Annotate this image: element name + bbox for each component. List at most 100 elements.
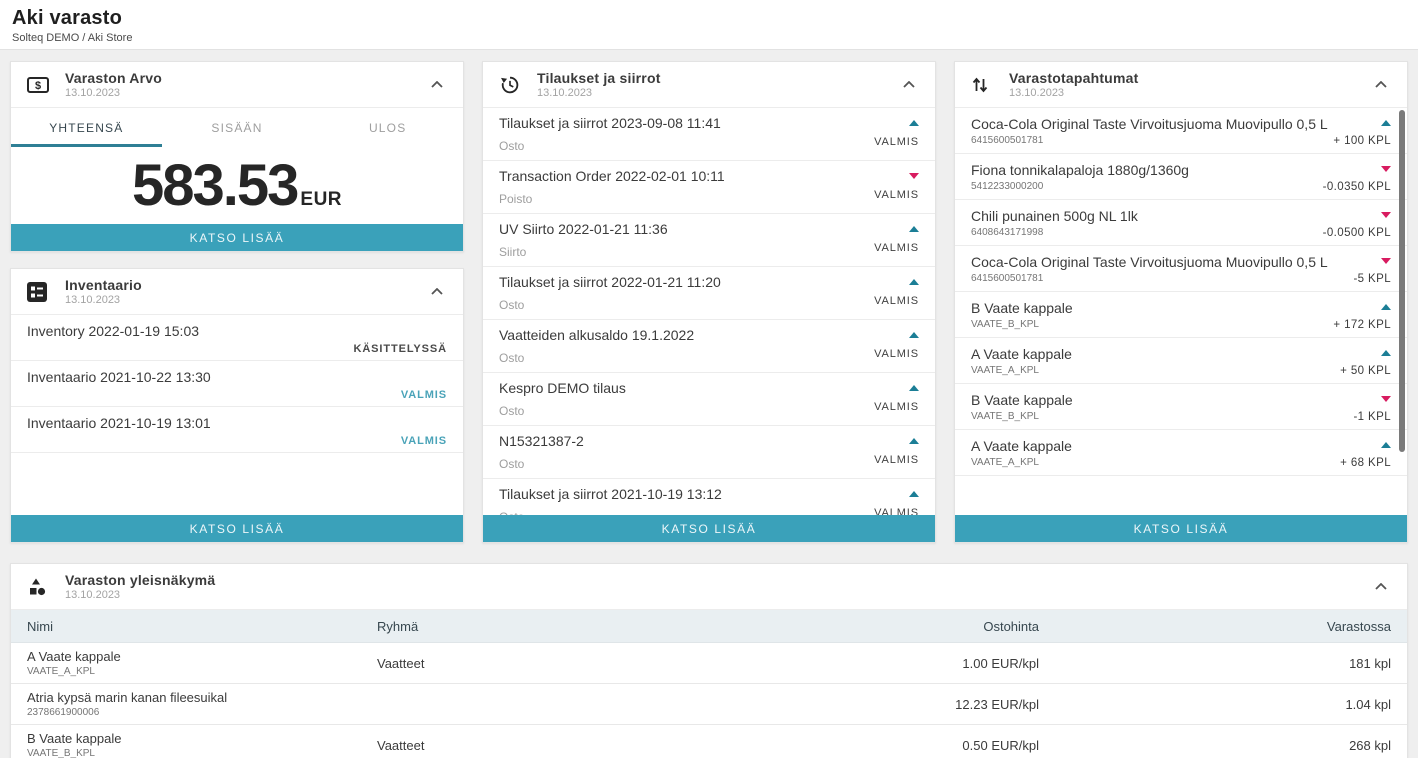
event-item-code: 5412233000200 — [971, 181, 1189, 192]
event-item-left: Coca-Cola Original Taste Virvoitusjuoma … — [971, 254, 1328, 285]
event-item-left: A Vaate kappale VAATE_A_KPL — [971, 346, 1072, 377]
banknote-icon: $ — [27, 77, 53, 93]
event-list-item[interactable]: Coca-Cola Original Taste Virvoitusjuoma … — [955, 246, 1407, 292]
event-list-item[interactable]: A Vaate kappale VAATE_A_KPL + 68 KPL — [955, 430, 1407, 476]
event-list-item[interactable]: A Vaate kappale VAATE_A_KPL + 50 KPL — [955, 338, 1407, 384]
tab-yhteensa[interactable]: YHTEENSÄ — [11, 108, 162, 147]
see-more-button-value[interactable]: KATSO LISÄÄ — [11, 224, 463, 251]
see-more-button-orders[interactable]: KATSO LISÄÄ — [483, 515, 935, 542]
events-scrollbar[interactable] — [1399, 110, 1405, 452]
event-item-right: -0.0500 KPL — [1323, 208, 1391, 239]
direction-triangle-icon — [909, 385, 919, 391]
event-item-left: Fiona tonnikalapaloja 1880g/1360g 541223… — [971, 162, 1189, 193]
inventory-list-item[interactable]: Inventaario 2021-10-19 13:01 VALMIS — [11, 407, 463, 453]
see-more-button-events[interactable]: KATSO LISÄÄ — [955, 515, 1407, 542]
order-list-item[interactable]: Tilaukset ja siirrot 2022-01-21 11:20 Os… — [483, 267, 935, 320]
value-tabs: YHTEENSÄ SISÄÄN ULOS — [11, 108, 463, 147]
event-list-item[interactable]: Fiona tonnikalapaloja 1880g/1360g 541223… — [955, 154, 1407, 200]
order-list-item[interactable]: Tilaukset ja siirrot 2021-10-19 13:12 Os… — [483, 479, 935, 515]
inventory-list-item[interactable]: Inventory 2022-01-19 15:03 KÄSITTELYSSÄ — [11, 315, 463, 361]
order-item-right: VALMIS — [874, 486, 919, 515]
table-row[interactable]: B Vaate kappale VAATE_B_KPL Vaatteet 0.5… — [11, 725, 1407, 758]
order-list-item[interactable]: UV Siirto 2022-01-21 11:36 Siirto VALMIS — [483, 214, 935, 267]
status-badge: VALMIS — [874, 295, 919, 307]
order-item-left: Tilaukset ja siirrot 2022-01-21 11:20 Os… — [499, 274, 721, 312]
order-list-item[interactable]: Transaction Order 2022-02-01 10:11 Poist… — [483, 161, 935, 214]
event-item-right: + 172 KPL — [1333, 300, 1391, 331]
tab-sisaan[interactable]: SISÄÄN — [162, 108, 313, 147]
order-item-left: UV Siirto 2022-01-21 11:36 Siirto — [499, 221, 668, 259]
direction-triangle-icon — [909, 279, 919, 285]
event-item-quantity: -1 KPL — [1353, 411, 1391, 423]
cell-name: B Vaate kappale VAATE_B_KPL — [27, 731, 377, 758]
product-price: 12.23 EUR/kpl — [739, 697, 1039, 712]
order-list-item[interactable]: Kespro DEMO tilaus Osto VALMIS — [483, 373, 935, 426]
order-item-type: Osto — [499, 139, 721, 153]
collapse-chevron-icon[interactable] — [1371, 579, 1391, 594]
product-group: Vaatteet — [377, 738, 739, 753]
event-list-item[interactable]: B Vaate kappale VAATE_B_KPL + 172 KPL — [955, 292, 1407, 338]
card-inventory-header: Inventaario 13.10.2023 — [11, 269, 463, 315]
direction-triangle-icon — [1381, 396, 1391, 402]
event-item-quantity: -0.0350 KPL — [1323, 181, 1391, 193]
event-item-quantity: + 68 KPL — [1340, 457, 1391, 469]
table-row[interactable]: A Vaate kappale VAATE_A_KPL Vaatteet 1.0… — [11, 643, 1407, 684]
card-stock-events: Varastotapahtumat 13.10.2023 Coca-Cola O… — [954, 61, 1408, 543]
column-header-ryhma: Ryhmä — [377, 619, 739, 634]
cell-name: Atria kypsä marin kanan fileesuikal 2378… — [27, 690, 377, 718]
top-grid: $ Varaston Arvo 13.10.2023 YHTEENSÄ SISÄ… — [10, 61, 1408, 543]
inventory-item-title: Inventory 2022-01-19 15:03 — [27, 323, 447, 339]
overview-table-header: Nimi Ryhmä Ostohinta Varastossa — [11, 610, 1407, 643]
order-item-title: UV Siirto 2022-01-21 11:36 — [499, 221, 668, 237]
event-item-quantity: + 172 KPL — [1333, 319, 1391, 331]
collapse-chevron-icon[interactable] — [1371, 77, 1391, 92]
product-name: Atria kypsä marin kanan fileesuikal — [27, 690, 377, 705]
inventory-list-item[interactable]: Inventaario 2021-10-22 13:30 VALMIS — [11, 361, 463, 407]
event-list-item[interactable]: B Vaate kappale VAATE_B_KPL -1 KPL — [955, 384, 1407, 430]
event-item-code: 6408643171998 — [971, 227, 1138, 238]
collapse-chevron-icon[interactable] — [427, 284, 447, 299]
product-price: 0.50 EUR/kpl — [739, 738, 1039, 753]
event-item-code: 6415600501781 — [971, 135, 1328, 146]
value-amount: 583.53 — [132, 152, 297, 219]
table-row[interactable]: Atria kypsä marin kanan fileesuikal 2378… — [11, 684, 1407, 725]
card-title: Varaston yleisnäkymä — [65, 572, 215, 588]
see-more-button-inventory[interactable]: KATSO LISÄÄ — [11, 515, 463, 542]
order-item-left: Transaction Order 2022-02-01 10:11 Poist… — [499, 168, 725, 206]
event-item-left: Coca-Cola Original Taste Virvoitusjuoma … — [971, 116, 1328, 147]
order-item-title: N15321387-2 — [499, 433, 584, 449]
order-item-left: Vaatteiden alkusaldo 19.1.2022 Osto — [499, 327, 694, 365]
status-badge: VALMIS — [874, 136, 919, 148]
event-item-quantity: -0.0500 KPL — [1323, 227, 1391, 239]
event-item-code: VAATE_B_KPL — [971, 319, 1073, 330]
order-item-left: N15321387-2 Osto — [499, 433, 584, 471]
event-item-left: B Vaate kappale VAATE_B_KPL — [971, 392, 1073, 423]
event-item-code: VAATE_A_KPL — [971, 457, 1072, 468]
direction-triangle-icon — [909, 226, 919, 232]
inventory-item-title: Inventaario 2021-10-22 13:30 — [27, 369, 447, 385]
order-list-item[interactable]: N15321387-2 Osto VALMIS — [483, 426, 935, 479]
status-badge: VALMIS — [874, 348, 919, 360]
tab-ulos[interactable]: ULOS — [312, 108, 463, 147]
product-group: Vaatteet — [377, 656, 739, 671]
product-code: VAATE_A_KPL — [27, 666, 377, 677]
order-item-title: Tilaukset ja siirrot 2021-10-19 13:12 — [499, 486, 722, 502]
order-item-title: Transaction Order 2022-02-01 10:11 — [499, 168, 725, 184]
collapse-chevron-icon[interactable] — [427, 77, 447, 92]
order-item-type: Osto — [499, 298, 721, 312]
event-item-right: + 50 KPL — [1340, 346, 1391, 377]
shapes-icon — [27, 577, 53, 597]
status-badge: KÄSITTELYSSÄ — [27, 343, 447, 355]
event-list-item[interactable]: Coca-Cola Original Taste Virvoitusjuoma … — [955, 108, 1407, 154]
order-list-item[interactable]: Vaatteiden alkusaldo 19.1.2022 Osto VALM… — [483, 320, 935, 373]
event-list-item[interactable]: Chili punainen 500g NL 1lk 6408643171998… — [955, 200, 1407, 246]
card-inventory: Inventaario 13.10.2023 Inventory 2022-01… — [10, 268, 464, 543]
order-list-item[interactable]: Tilaukset ja siirrot 2023-09-08 11:41 Os… — [483, 108, 935, 161]
collapse-chevron-icon[interactable] — [899, 77, 919, 92]
direction-triangle-icon — [909, 438, 919, 444]
card-warehouse-value-header: $ Varaston Arvo 13.10.2023 — [11, 62, 463, 108]
card-overview-header: Varaston yleisnäkymä 13.10.2023 — [11, 564, 1407, 610]
direction-triangle-icon — [1381, 212, 1391, 218]
card-warehouse-overview: Varaston yleisnäkymä 13.10.2023 Nimi Ryh… — [10, 563, 1408, 758]
card-orders-transfers: Tilaukset ja siirrot 13.10.2023 Tilaukse… — [482, 61, 936, 543]
